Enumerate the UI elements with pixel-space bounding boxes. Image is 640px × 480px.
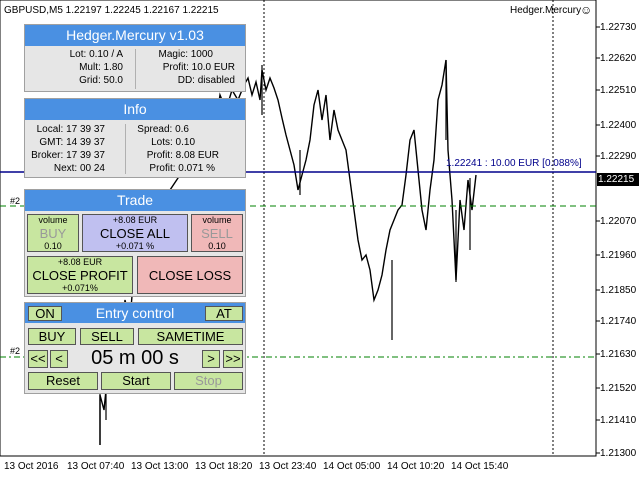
on-toggle[interactable]: ON [28,306,62,321]
panel-title: Info [25,99,245,120]
next-time: Next: 00 24 [53,163,105,174]
sell-volume-label: volume [202,215,232,225]
close-profit-label: CLOSE PROFIT [32,268,128,283]
local-time: Local: 17 39 37 [36,124,105,135]
price-tick-label: 1.22290 [600,151,637,162]
close-all-profit: +8.08 EUR [112,215,158,225]
close-all-percent: +0.071 % [115,241,155,251]
sametime-button[interactable]: SAMETIME [138,328,243,345]
grid-value: Grid: 50.0 [79,75,123,86]
info-panel: Info Local: 17 39 37 GMT: 14 39 37 Broke… [24,98,246,178]
dd-value: DD: disabled [177,75,235,86]
order-marker: #2 [10,196,21,206]
panel-title: Trade [25,190,245,211]
divider [125,124,126,174]
expert-name: Hedger.Mercury [510,5,582,16]
price-tick-label: 1.22730 [600,22,637,33]
forward-button[interactable]: > [202,350,220,368]
close-profit-percent: +0.071% [62,283,98,293]
price-tick-label: 1.21960 [600,250,637,261]
time-tick-label: 13 Oct 2016 [4,461,59,472]
gmt-time: GMT: 14 39 37 [39,137,105,148]
buy-label: BUY [39,226,67,241]
mult-value: Mult: 1.80 [79,62,123,73]
reset-button[interactable]: Reset [28,372,98,390]
buy-volume-value: 0.10 [44,241,62,251]
broker-time: Broker: 17 39 37 [31,150,105,161]
close-loss-button[interactable]: CLOSE LOSS [137,256,243,294]
lots-value: Lots: 0.10 [151,137,195,148]
time-tick-label: 13 Oct 23:40 [259,461,317,472]
time-tick-label: 13 Oct 13:00 [131,461,189,472]
close-profit-amount: +8.08 EUR [57,257,103,267]
buy-volume-label: volume [38,215,68,225]
price-tick-label: 1.21410 [600,415,637,426]
price-tick-label: 1.21520 [600,383,637,394]
price-tick-label: 1.22400 [600,120,637,131]
magic-value: Magic: 1000 [158,49,213,60]
rewind-button[interactable]: << [28,350,48,368]
back-button[interactable]: < [50,350,68,368]
price-tick-label: 1.21740 [600,316,637,327]
price-tick-label: 1.21300 [600,448,637,459]
divider [135,49,136,89]
timer-display: 05 m 00 s [91,347,179,369]
trade-panel: Trade volume BUY 0.10 +8.08 EUR CLOSE AL… [24,189,246,297]
entry-control-panel: Entry control ON AT BUY SELL SAMETIME <<… [24,302,246,394]
sell-volume-value: 0.10 [208,241,226,251]
close-all-button[interactable]: +8.08 EUR CLOSE ALL +0.071 % [82,214,188,252]
profit-target-value: Profit: 10.0 EUR [162,62,235,73]
price-tick-label: 1.22070 [600,216,637,227]
entry-buy-button[interactable]: BUY [28,328,76,345]
profit-value: Profit: 8.08 EUR [146,150,219,161]
time-tick-label: 14 Oct 10:20 [387,461,445,472]
close-profit-button[interactable]: +8.08 EUR CLOSE PROFIT +0.071% [27,256,133,294]
price-tick-label: 1.22510 [600,85,637,96]
start-button[interactable]: Start [101,372,171,390]
time-tick-label: 14 Oct 15:40 [451,461,509,472]
profit-level-label: 1.22241 : 10.00 EUR [0.088%] [446,158,582,169]
at-toggle[interactable]: AT [205,306,243,321]
time-tick-label: 14 Oct 05:00 [323,461,381,472]
buy-button[interactable]: volume BUY 0.10 [27,214,79,252]
price-tick-label: 1.21630 [600,349,637,360]
lot-value: Lot: 0.10 / A [69,49,123,60]
spread-value: Spread: 0.6 [137,124,189,135]
current-price-label: 1.22215 [598,174,635,185]
hedger-panel: Hedger.Mercury v1.03 Lot: 0.10 / A Mult:… [24,24,246,92]
entry-sell-button[interactable]: SELL [80,328,134,345]
fast-forward-button[interactable]: >> [223,350,243,368]
smiley-icon: ☺ [580,3,593,17]
order-marker: #2 [10,346,21,356]
symbol-info: GBPUSD,M5 1.22197 1.22245 1.22167 1.2221… [4,5,219,16]
stop-button[interactable]: Stop [174,372,243,390]
sell-button[interactable]: volume SELL 0.10 [191,214,243,252]
time-tick-label: 13 Oct 07:40 [67,461,125,472]
sell-label: SELL [201,226,233,241]
time-tick-label: 13 Oct 18:20 [195,461,253,472]
panel-title: Hedger.Mercury v1.03 [25,25,245,46]
profit-percent-value: Profit: 0.071 % [149,163,215,174]
price-tick-label: 1.22620 [600,53,637,64]
close-all-label: CLOSE ALL [99,226,171,241]
price-tick-label: 1.21850 [600,285,637,296]
